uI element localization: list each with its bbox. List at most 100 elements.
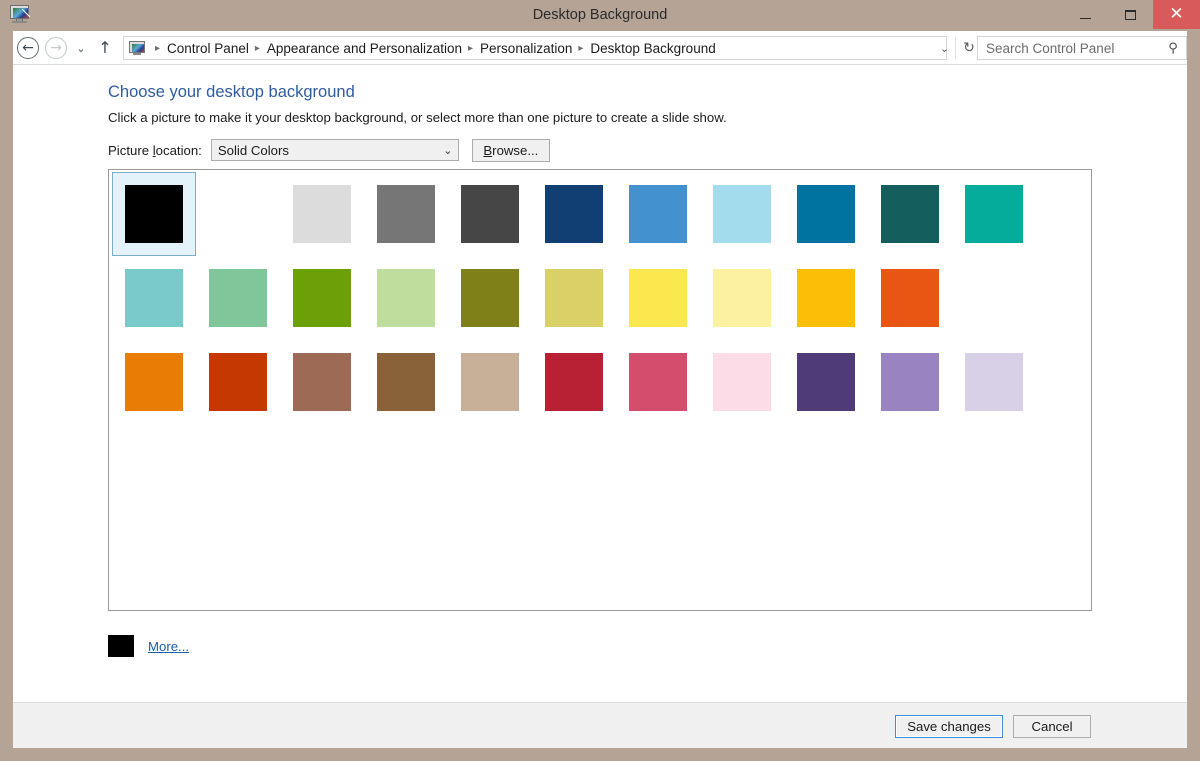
breadcrumb-item-appearance[interactable]: Appearance and Personalization: [267, 41, 462, 56]
color-swatch-dark-gray[interactable]: [461, 185, 519, 243]
color-swatch-black[interactable]: [125, 185, 183, 243]
swatch-cell-rose-pink[interactable]: [616, 340, 700, 424]
swatch-cell-dark-purple[interactable]: [784, 340, 868, 424]
swatch-cell-crimson[interactable]: [532, 340, 616, 424]
color-swatch-pale-green[interactable]: [377, 269, 435, 327]
up-one-level-button[interactable]: ↑: [93, 35, 117, 61]
swatch-cell-black[interactable]: [112, 172, 196, 256]
swatch-cell-rosy-brown[interactable]: [280, 340, 364, 424]
color-swatch-pale-sky-blue[interactable]: [713, 185, 771, 243]
breadcrumb-root-icon: [129, 41, 146, 56]
swatch-cell-cerulean[interactable]: [784, 172, 868, 256]
swatch-cell-mint-green[interactable]: [196, 256, 280, 340]
color-swatch-apple-green[interactable]: [293, 269, 351, 327]
swatch-cell-deep-teal[interactable]: [868, 172, 952, 256]
color-swatch-orange-red[interactable]: [881, 269, 939, 327]
breadcrumb-item-desktop-background[interactable]: Desktop Background: [590, 41, 715, 56]
close-icon: ✕: [1169, 6, 1183, 23]
swatch-cell-light-orange[interactable]: [952, 256, 1036, 340]
swatch-cell-brown[interactable]: [364, 340, 448, 424]
swatch-cell-pale-pink[interactable]: [700, 340, 784, 424]
color-swatch-brown[interactable]: [377, 353, 435, 411]
breadcrumb-item-control-panel[interactable]: Control Panel: [167, 41, 249, 56]
color-swatch-turquoise[interactable]: [965, 185, 1023, 243]
breadcrumb-separator-icon: ▸: [255, 43, 260, 54]
color-swatch-mint-green[interactable]: [209, 269, 267, 327]
breadcrumb-item-personalization[interactable]: Personalization: [480, 41, 572, 56]
color-swatch-medium-gray[interactable]: [377, 185, 435, 243]
chevron-down-icon: ⌄: [438, 144, 458, 157]
swatch-cell-tan[interactable]: [448, 340, 532, 424]
swatch-cell-bright-yellow[interactable]: [616, 256, 700, 340]
window-controls: ✕: [1063, 0, 1200, 29]
swatch-cell-lavender[interactable]: [952, 340, 1036, 424]
swatch-cell-pale-yellow[interactable]: [700, 256, 784, 340]
swatch-cell-aqua[interactable]: [112, 256, 196, 340]
color-swatch-bright-yellow[interactable]: [629, 269, 687, 327]
color-swatch-light-gray[interactable]: [293, 185, 351, 243]
color-swatch-dark-orange[interactable]: [125, 353, 183, 411]
color-swatch-khaki[interactable]: [545, 269, 603, 327]
color-swatch-crimson[interactable]: [545, 353, 603, 411]
back-button[interactable]: ←: [15, 35, 41, 61]
color-swatch-olive[interactable]: [461, 269, 519, 327]
forward-button[interactable]: →: [43, 35, 69, 61]
breadcrumb-separator-icon: ▸: [155, 43, 160, 54]
color-swatch-deep-teal[interactable]: [881, 185, 939, 243]
search-input[interactable]: Search Control Panel: [978, 41, 1160, 56]
color-swatch-amber[interactable]: [797, 269, 855, 327]
swatch-cell-medium-purple[interactable]: [868, 340, 952, 424]
background-picker-pane[interactable]: [108, 169, 1092, 611]
maximize-button[interactable]: [1108, 0, 1153, 29]
more-colors-link[interactable]: More...: [148, 639, 189, 654]
swatch-cell-dark-orange[interactable]: [112, 340, 196, 424]
color-swatch-rosy-brown[interactable]: [293, 353, 351, 411]
swatch-cell-steel-blue[interactable]: [616, 172, 700, 256]
swatch-cell-olive[interactable]: [448, 256, 532, 340]
color-swatch-tan[interactable]: [461, 353, 519, 411]
color-swatch-steel-blue[interactable]: [629, 185, 687, 243]
color-swatch-white[interactable]: [209, 185, 267, 243]
swatch-cell-dark-gray[interactable]: [448, 172, 532, 256]
color-swatch-rose-pink[interactable]: [629, 353, 687, 411]
close-button[interactable]: ✕: [1153, 0, 1200, 29]
color-swatch-burnt-orange[interactable]: [209, 353, 267, 411]
swatch-cell-pale-green[interactable]: [364, 256, 448, 340]
up-arrow-icon: ↑: [98, 40, 111, 56]
color-swatch-medium-purple[interactable]: [881, 353, 939, 411]
address-toolbar: ← → ⌄ ↑ ▸ Control Panel ▸ Appearance and…: [13, 31, 1187, 65]
swatch-cell-white[interactable]: [196, 172, 280, 256]
color-swatch-pale-yellow[interactable]: [713, 269, 771, 327]
more-color-preview-swatch[interactable]: [108, 635, 134, 657]
recent-locations-button[interactable]: ⌄: [71, 35, 91, 61]
color-swatch-pale-pink[interactable]: [713, 353, 771, 411]
color-swatch-navy-blue[interactable]: [545, 185, 603, 243]
swatch-cell-burnt-orange[interactable]: [196, 340, 280, 424]
picture-location-select[interactable]: Solid Colors ⌄: [211, 139, 459, 161]
browse-button[interactable]: Browse...: [472, 139, 550, 162]
more-colors-row[interactable]: More...: [108, 635, 189, 657]
save-changes-label: Save changes: [907, 719, 991, 734]
swatch-cell-navy-blue[interactable]: [532, 172, 616, 256]
cancel-button[interactable]: Cancel: [1013, 715, 1091, 738]
swatch-cell-amber[interactable]: [784, 256, 868, 340]
swatch-cell-medium-gray[interactable]: [364, 172, 448, 256]
breadcrumb[interactable]: ▸ Control Panel ▸ Appearance and Persona…: [123, 36, 947, 60]
swatch-cell-khaki[interactable]: [532, 256, 616, 340]
address-dropdown-button[interactable]: ⌄: [934, 37, 956, 59]
refresh-icon: ↻: [963, 40, 975, 56]
color-swatch-lavender[interactable]: [965, 353, 1023, 411]
search-box[interactable]: Search Control Panel ⚲: [977, 36, 1187, 60]
color-swatch-dark-purple[interactable]: [797, 353, 855, 411]
swatch-cell-pale-sky-blue[interactable]: [700, 172, 784, 256]
color-swatch-aqua[interactable]: [125, 269, 183, 327]
swatch-cell-orange-red[interactable]: [868, 256, 952, 340]
swatch-cell-turquoise[interactable]: [952, 172, 1036, 256]
minimize-button[interactable]: [1063, 0, 1108, 29]
swatch-cell-light-gray[interactable]: [280, 172, 364, 256]
picture-location-label: Picture location:: [108, 143, 202, 158]
swatch-cell-apple-green[interactable]: [280, 256, 364, 340]
save-changes-button[interactable]: Save changes: [895, 715, 1003, 738]
color-swatch-light-orange[interactable]: [965, 269, 1023, 327]
color-swatch-cerulean[interactable]: [797, 185, 855, 243]
